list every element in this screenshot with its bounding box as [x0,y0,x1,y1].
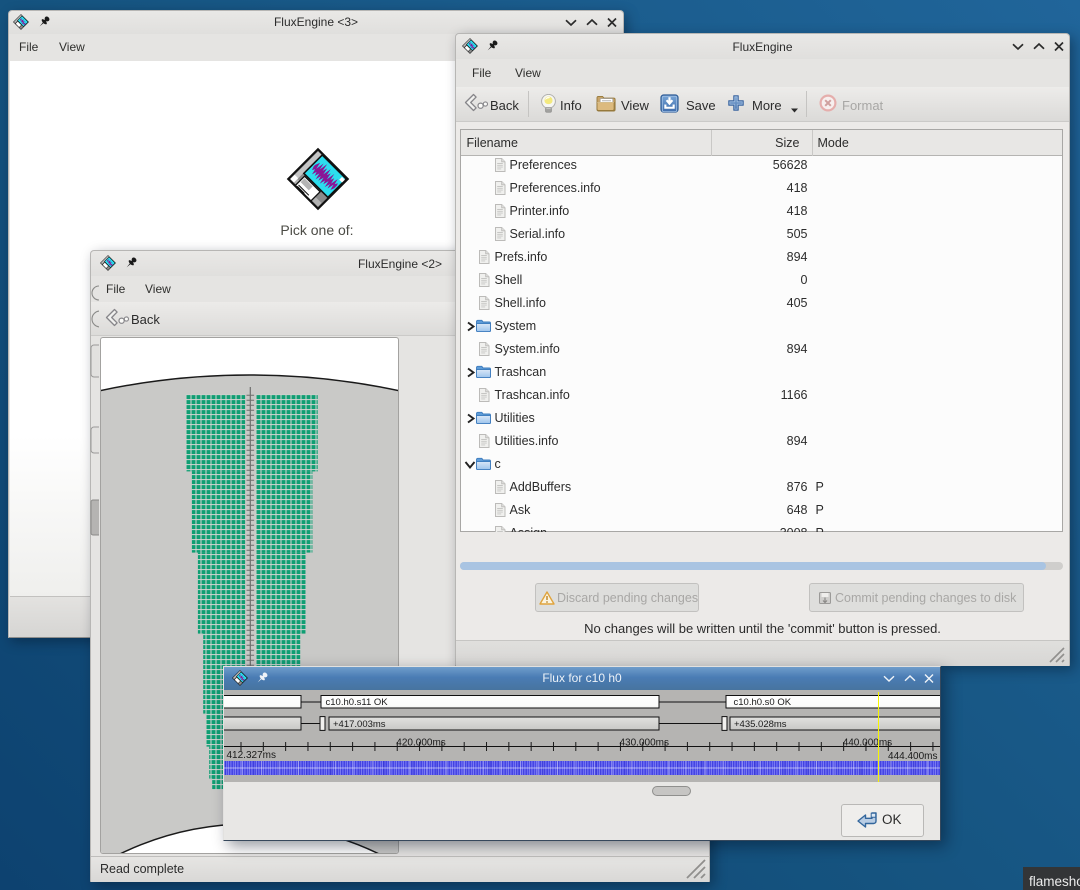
svg-text:+417.003ms: +417.003ms [333,719,386,730]
svg-text:420.000ms: 420.000ms [396,738,445,749]
svg-text:412.327ms: 412.327ms [227,750,276,761]
svg-text:c10.h0.s0 OK: c10.h0.s0 OK [734,697,792,708]
svg-text:440.000ms: 440.000ms [843,738,892,749]
svg-text:+435.028ms: +435.028ms [734,719,787,730]
svg-text:c10.h0.s11 OK: c10.h0.s11 OK [326,697,389,708]
svg-text:430.000ms: 430.000ms [620,738,669,749]
